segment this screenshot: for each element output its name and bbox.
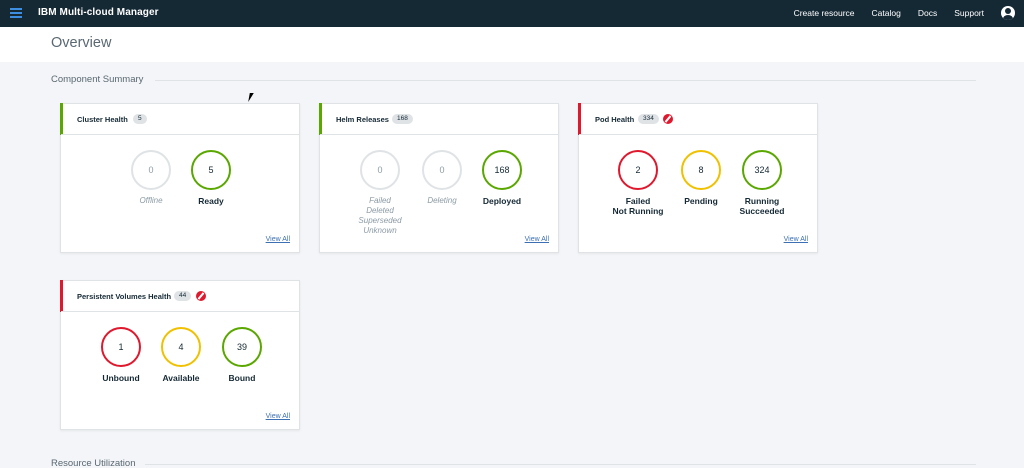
- status-ring: 5: [191, 150, 231, 190]
- section-heading-resource-utilization: Resource Utilization: [51, 458, 136, 468]
- stat-available[interactable]: 4 Available: [146, 327, 216, 383]
- docs-link[interactable]: Docs: [918, 8, 937, 18]
- mouse-cursor-icon: [248, 93, 257, 102]
- stat-label: Failed Deleted Superseded Unknown: [358, 196, 402, 235]
- support-link[interactable]: Support: [954, 8, 984, 18]
- status-ring: 1: [101, 327, 141, 367]
- stat-failed[interactable]: 2 Failed Not Running: [603, 150, 673, 216]
- count-badge: 44: [174, 291, 192, 301]
- top-nav: Create resource Catalog Docs Support: [777, 8, 984, 18]
- section-heading-component-summary: Component Summary: [51, 74, 144, 85]
- card-header: Pod Health 334: [579, 104, 817, 135]
- status-ring: 0: [360, 150, 400, 190]
- persistent-volumes-card: Persistent Volumes Health 44 1 Unbound 4…: [60, 280, 300, 430]
- status-ring: 8: [681, 150, 721, 190]
- hamburger-menu-icon[interactable]: [10, 8, 22, 18]
- card-title: Cluster Health: [77, 115, 128, 124]
- card-header: Helm Releases 168: [320, 104, 558, 135]
- stat-pending[interactable]: 8 Pending: [666, 150, 736, 206]
- view-all-link[interactable]: View All: [266, 236, 290, 243]
- card-header: Persistent Volumes Health 44: [61, 281, 299, 312]
- count-badge: 168: [392, 114, 413, 124]
- view-all-link[interactable]: View All: [266, 413, 290, 420]
- stat-label: Deployed: [482, 196, 522, 206]
- stat-label: Available: [162, 373, 200, 383]
- view-all-link[interactable]: View All: [525, 236, 549, 243]
- stat-bound[interactable]: 39 Bound: [207, 327, 277, 383]
- status-ring: 324: [742, 150, 782, 190]
- view-all-link[interactable]: View All: [784, 236, 808, 243]
- card-title: Pod Health: [595, 115, 635, 124]
- status-ring: 0: [422, 150, 462, 190]
- status-ring: 2: [618, 150, 658, 190]
- status-ring: 39: [222, 327, 262, 367]
- section-divider: [155, 80, 976, 81]
- card-title: Helm Releases: [336, 115, 389, 124]
- stat-ready[interactable]: 5 Ready: [176, 150, 246, 206]
- app-title: IBM Multi-cloud Manager: [38, 7, 159, 18]
- helm-releases-card: Helm Releases 168 0 Failed Deleted Super…: [319, 103, 559, 253]
- stat-label: Running Succeeded: [739, 196, 785, 216]
- section-divider: [145, 464, 976, 465]
- cluster-health-card: Cluster Health 5 0 Offline 5 Ready View …: [60, 103, 300, 253]
- page-title: Overview: [51, 35, 112, 51]
- user-avatar-icon[interactable]: [1001, 6, 1015, 20]
- page-header: Overview: [0, 27, 1024, 62]
- status-ring: 168: [482, 150, 522, 190]
- stat-deployed[interactable]: 168 Deployed: [467, 150, 537, 206]
- status-ring: 0: [131, 150, 171, 190]
- alert-icon: [196, 291, 206, 301]
- stat-running[interactable]: 324 Running Succeeded: [727, 150, 797, 216]
- catalog-link[interactable]: Catalog: [872, 8, 901, 18]
- pod-health-card: Pod Health 334 2 Failed Not Running 8 Pe…: [578, 103, 818, 253]
- stat-failed-deleted[interactable]: 0 Failed Deleted Superseded Unknown: [345, 150, 415, 236]
- stat-label: Failed Not Running: [612, 196, 664, 216]
- card-title: Persistent Volumes Health: [77, 292, 172, 301]
- card-header: Cluster Health 5: [61, 104, 299, 135]
- create-resource-link[interactable]: Create resource: [794, 8, 855, 18]
- stat-label: Pending: [684, 196, 718, 206]
- stat-label: Ready: [198, 196, 224, 206]
- stat-label: Bound: [228, 373, 256, 383]
- alert-icon: [663, 114, 673, 124]
- status-ring: 4: [161, 327, 201, 367]
- count-badge: 5: [133, 114, 147, 124]
- count-badge: 334: [638, 114, 659, 124]
- top-bar: IBM Multi-cloud Manager Create resource …: [0, 0, 1024, 27]
